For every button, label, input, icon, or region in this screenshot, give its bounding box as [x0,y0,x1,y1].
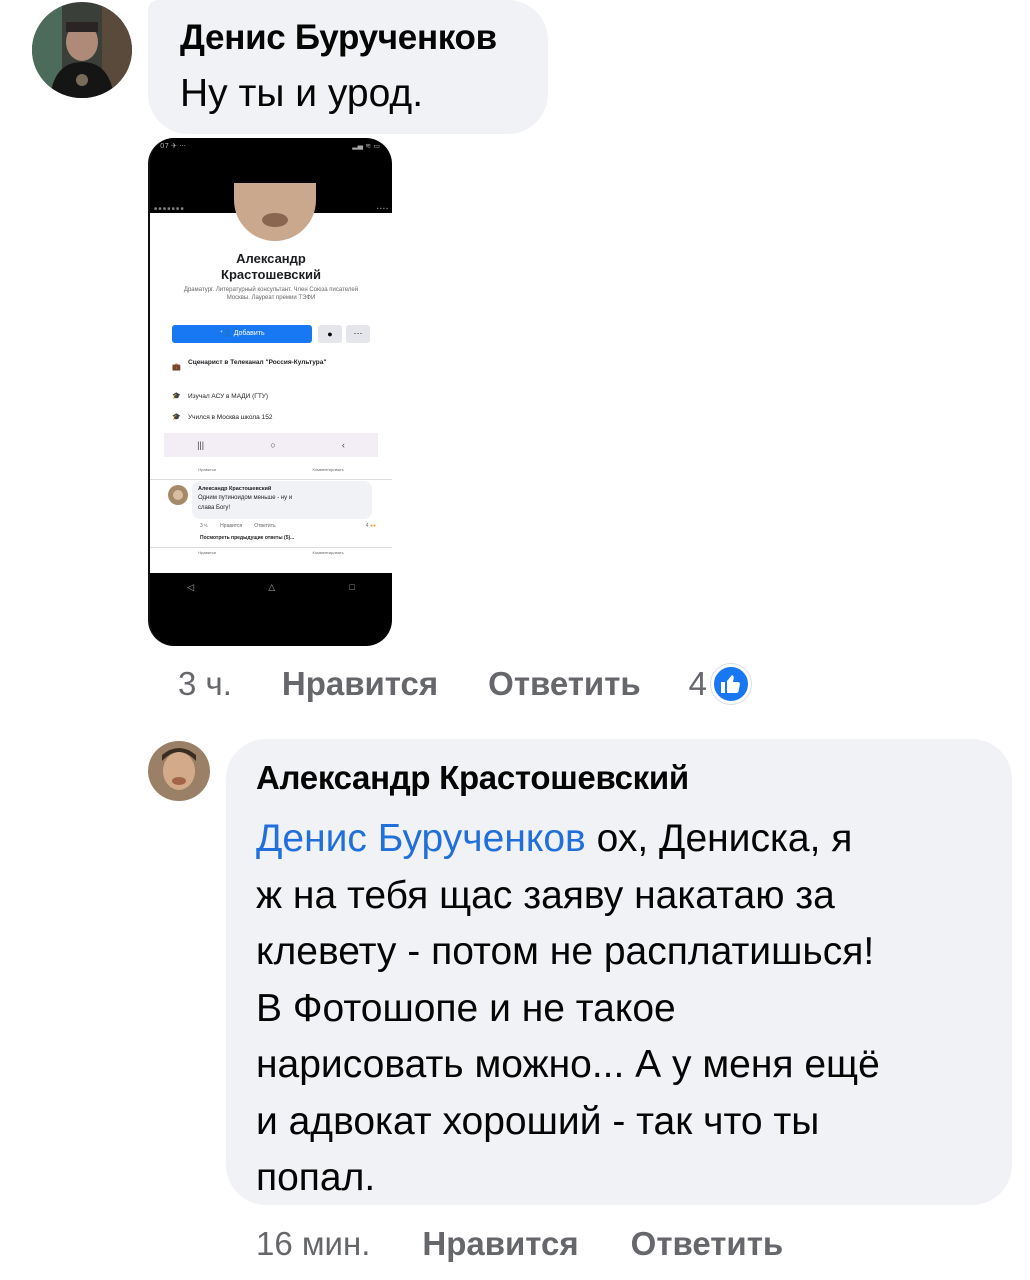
home-icon: ○ [270,440,276,450]
comment2-actions: 16 мин. Нравится Ответить [256,1222,783,1266]
recents-icon: □ [349,582,355,592]
attached-screenshot[interactable]: 07 ✈ ··· ▂▄ ≋ ▭ ■ ■ ■ ■ ■ ■ ■ ▪ ▪ ▪ ▪ Алек… [148,138,392,646]
back-icon: ‹ [341,440,345,450]
comment2-author[interactable]: Александр Крастошевский [256,759,689,797]
graduation-cap-icon: 🎓 [172,393,181,400]
comment1-actions: 3 ч. Нравится Ответить 4 [178,662,752,706]
add-friend-button[interactable]: ⁺👤 Добавить [172,325,312,343]
more-button[interactable]: ··· [346,325,370,343]
like-reaction-icon [711,664,752,704]
reply-button[interactable]: Ответить [631,1225,784,1263]
embedded-actions: 3 ч. Нравится Ответить 4 ●● [200,523,376,529]
comment-time[interactable]: 16 мин. [256,1225,370,1263]
back-icon: ◁ [187,582,195,592]
home-icon: △ [268,582,276,592]
profile-name-line1: Александр [236,251,306,266]
like-button[interactable]: Нравится [282,665,438,703]
reaction-count[interactable]: 4 [689,665,707,703]
android-nav-inner: ||| ○ ‹ [164,433,378,457]
view-previous-replies[interactable]: Посмотреть предыдущие ответы (5)... [200,535,294,541]
comment-text: Ну ты и урод. [180,72,424,115]
post-actions-bottom: Нравится Комментировать [198,550,344,555]
messenger-button[interactable]: ● [318,325,342,343]
profile-bio: Драматург. Литературный консультант. Чле… [183,287,359,301]
profile-name-line2: Крастошевский [221,267,321,282]
reply-button[interactable]: Ответить [488,665,641,703]
like-button[interactable]: Нравится [422,1225,578,1263]
comment-author[interactable]: Денис Бурученков [180,18,497,58]
profile-screen: Александр Крастошевский Драматург. Литер… [150,183,392,573]
comment-time[interactable]: 3 ч. [178,665,232,703]
avatar-denis[interactable] [32,2,132,98]
add-friend-icon: ⁺👤 [219,330,234,337]
phone-status-bar: 07 ✈ ··· ▂▄ ≋ ▭ [160,142,380,150]
recents-icon: ||| [197,440,205,450]
avatar-alexander[interactable] [148,741,210,801]
briefcase-icon: 💼 [172,364,181,371]
embedded-avatar [168,485,188,505]
reaction-icons: ●● [368,523,376,529]
android-nav-outer: ◁ △ □ [150,582,392,602]
post-actions: Нравится Комментировать [198,467,344,472]
comment2-bubble: Александр Крастошевский Денис Бурученков… [226,739,1012,1205]
comment2-text: Денис Бурученков ох, Дениска, я ж на теб… [256,817,880,1199]
comment-bubble: Денис Бурученков Ну ты и урод. [148,0,548,134]
embedded-bubble: Александр Крастошевский Одним путиноидом… [192,481,372,519]
graduation-cap-icon: 🎓 [172,414,181,421]
mention-link[interactable]: Денис Бурученков [256,817,586,860]
profile-photo [234,183,316,241]
